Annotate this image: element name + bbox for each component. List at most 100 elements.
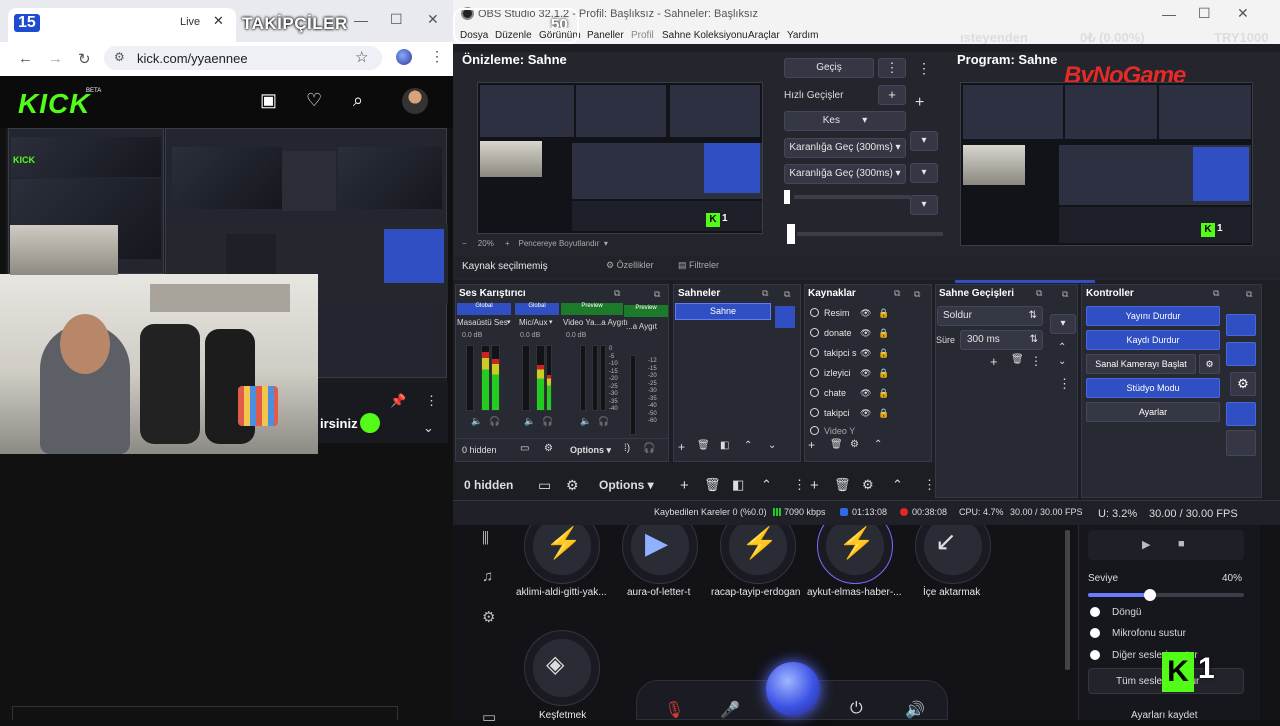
- speaker-icon[interactable]: 🔈: [524, 416, 535, 427]
- menu-scene-collection[interactable]: Sahne Koleksiyonu: [662, 30, 748, 41]
- source-item[interactable]: Video Y: [810, 426, 855, 436]
- trash-icon[interactable]: 🗑: [1011, 354, 1024, 365]
- transition-menu-icon[interactable]: ⋮: [1030, 354, 1042, 368]
- menu-view[interactable]: Görünüm: [539, 30, 581, 41]
- add-quick-transition-button[interactable]: +: [878, 85, 906, 105]
- menu-profile[interactable]: Profil: [631, 30, 654, 41]
- transition-menu-icon[interactable]: ⋮: [917, 60, 931, 77]
- headphone-icon[interactable]: 🎧: [489, 416, 500, 427]
- move-up-icon[interactable]: ⌃: [874, 439, 882, 450]
- dock-float-icon[interactable]: ⧉: [914, 289, 920, 300]
- visibility-eye-icon[interactable]: 👁: [860, 348, 871, 359]
- main-orb-button[interactable]: [766, 662, 820, 716]
- stop-icon[interactable]: ■: [1178, 538, 1185, 550]
- mixer-ch1-fader[interactable]: [466, 345, 474, 411]
- visibility-eye-icon[interactable]: 👁: [860, 408, 871, 419]
- dock-float-icon[interactable]: ⧉: [614, 288, 620, 299]
- visibility-eye-icon[interactable]: 👁: [860, 388, 871, 399]
- profile-avatar-icon[interactable]: [396, 49, 412, 65]
- headphone-icon[interactable]: 🎧: [542, 416, 553, 427]
- reload-icon[interactable]: ↻: [78, 50, 91, 68]
- dock-float-icon[interactable]: ⧉: [1213, 288, 1219, 299]
- chevron-down-icon[interactable]: ▾: [549, 318, 553, 326]
- move-down-icon[interactable]: ⌄: [768, 440, 776, 451]
- mixer-ch4-name[interactable]: ...a Aygıt: [626, 322, 657, 331]
- add-icon[interactable]: +: [680, 477, 689, 494]
- browser-tab-active[interactable]: [8, 8, 236, 42]
- trash-icon[interactable]: 🗑: [704, 477, 721, 493]
- toggle-loop[interactable]: Döngü: [1090, 607, 1141, 618]
- move-up-icon[interactable]: ⌃: [892, 477, 903, 493]
- chevron-down-icon[interactable]: ⌄: [423, 420, 434, 436]
- studio-mode-button[interactable]: Stüdyo Modu: [1086, 378, 1220, 398]
- dropdown-icon[interactable]: ▾: [910, 131, 938, 151]
- stop-streaming-button[interactable]: Yayını Durdur: [1086, 306, 1220, 326]
- bookmark-star-icon[interactable]: ☆: [355, 48, 368, 66]
- t-bar-handle-2[interactable]: [787, 224, 795, 244]
- lock-icon[interactable]: 🔒: [878, 368, 889, 379]
- stop-streaming-button-large[interactable]: [1226, 314, 1256, 336]
- t-bar-track-2[interactable]: [797, 232, 943, 236]
- chevron-down-icon[interactable]: ▾: [507, 318, 511, 326]
- fade-black-button-2[interactable]: Karanlığa Geç (300ms) ▾: [784, 164, 906, 184]
- scene-item[interactable]: Sahne: [675, 303, 771, 320]
- menu-docks[interactable]: Paneller: [587, 30, 624, 41]
- transition-button[interactable]: Geçiş: [784, 58, 874, 78]
- mixer-ch3-name[interactable]: Video Ya...a Aygıtı: [563, 318, 628, 327]
- save-settings-label[interactable]: Ayarları kaydet: [1131, 710, 1198, 721]
- trash-icon[interactable]: 🗑: [834, 477, 851, 493]
- back-icon[interactable]: ←: [18, 50, 33, 67]
- lock-icon[interactable]: 🔒: [878, 388, 889, 399]
- menu-edit[interactable]: Düzenle: [495, 30, 532, 41]
- speaker-icon[interactable]: 🔈: [580, 416, 591, 427]
- add-icon[interactable]: +: [990, 354, 998, 369]
- scenes-menu-icon[interactable]: ⋮: [793, 477, 806, 493]
- dock-float-icon[interactable]: ⧉: [762, 288, 768, 299]
- options-button-large[interactable]: Options ▾: [599, 478, 654, 492]
- minimize-icon[interactable]: —: [354, 12, 368, 28]
- filters-button[interactable]: ▤ Filtreler: [678, 260, 719, 271]
- lock-icon[interactable]: 🔒: [878, 408, 889, 419]
- mixer-ch2-name[interactable]: Mic/Aux: [519, 318, 547, 327]
- play-icon[interactable]: ▶: [1142, 538, 1150, 551]
- heart-icon[interactable]: ♡: [306, 90, 322, 111]
- source-item[interactable]: Resim: [810, 308, 850, 318]
- microphone-icon[interactable]: 🎤: [720, 700, 740, 720]
- headphone-icon[interactable]: 🎧: [598, 416, 609, 427]
- chevron-up-icon[interactable]: ⌃: [1058, 342, 1066, 353]
- virtual-camera-settings-icon[interactable]: ⚙: [1199, 354, 1220, 374]
- filter-icon[interactable]: ◧: [720, 440, 729, 451]
- add-icon[interactable]: +: [808, 438, 815, 452]
- menu-file[interactable]: Dosya: [460, 30, 488, 41]
- scrollbar[interactable]: [1065, 530, 1070, 670]
- duration-field[interactable]: 300 ms ⇅: [960, 330, 1043, 350]
- visibility-eye-icon[interactable]: 👁: [860, 328, 871, 339]
- transition-menu-icon[interactable]: ⋮: [1058, 376, 1071, 392]
- lock-icon[interactable]: 🔒: [878, 308, 889, 319]
- settings-button-large[interactable]: [1226, 430, 1256, 456]
- source-settings-icon[interactable]: ⚙: [850, 439, 859, 450]
- dock-float-icon[interactable]: ⧉: [1062, 289, 1068, 300]
- pin-icon[interactable]: 📌: [390, 393, 406, 409]
- settings-button[interactable]: Ayarlar: [1086, 402, 1220, 422]
- lock-icon[interactable]: 🔒: [878, 328, 889, 339]
- mixer-ch1-name[interactable]: Masaüstü Ses: [457, 318, 508, 327]
- zoom-mode[interactable]: Pencereye Boyutlandır: [519, 239, 600, 248]
- following-icon[interactable]: ▣: [260, 90, 277, 111]
- obs-maximize-icon[interactable]: ☐: [1198, 5, 1211, 22]
- mixer-ch2-fader[interactable]: [522, 345, 530, 411]
- source-item[interactable]: takipci s: [810, 348, 857, 358]
- dropdown-icon[interactable]: ▾: [1050, 314, 1076, 334]
- chevron-down-icon[interactable]: ⌄: [1058, 356, 1066, 367]
- t-bar-handle[interactable]: [784, 190, 790, 204]
- cut-button[interactable]: Kes ▾: [784, 111, 906, 131]
- trash-icon[interactable]: 🗑: [697, 440, 710, 451]
- source-item[interactable]: takipci: [810, 408, 850, 418]
- user-avatar[interactable]: [402, 88, 428, 114]
- maximize-icon[interactable]: ☐: [390, 11, 403, 28]
- dropdown-icon[interactable]: ▾: [910, 163, 938, 183]
- source-item[interactable]: izleyici: [810, 368, 851, 378]
- zoom-controls[interactable]: − 20% + Pencereye Boyutlandır ▾: [462, 239, 608, 248]
- transition-type-select[interactable]: Soldur ⇅: [937, 306, 1043, 326]
- soundwave-icon[interactable]: ⫼: [482, 530, 489, 547]
